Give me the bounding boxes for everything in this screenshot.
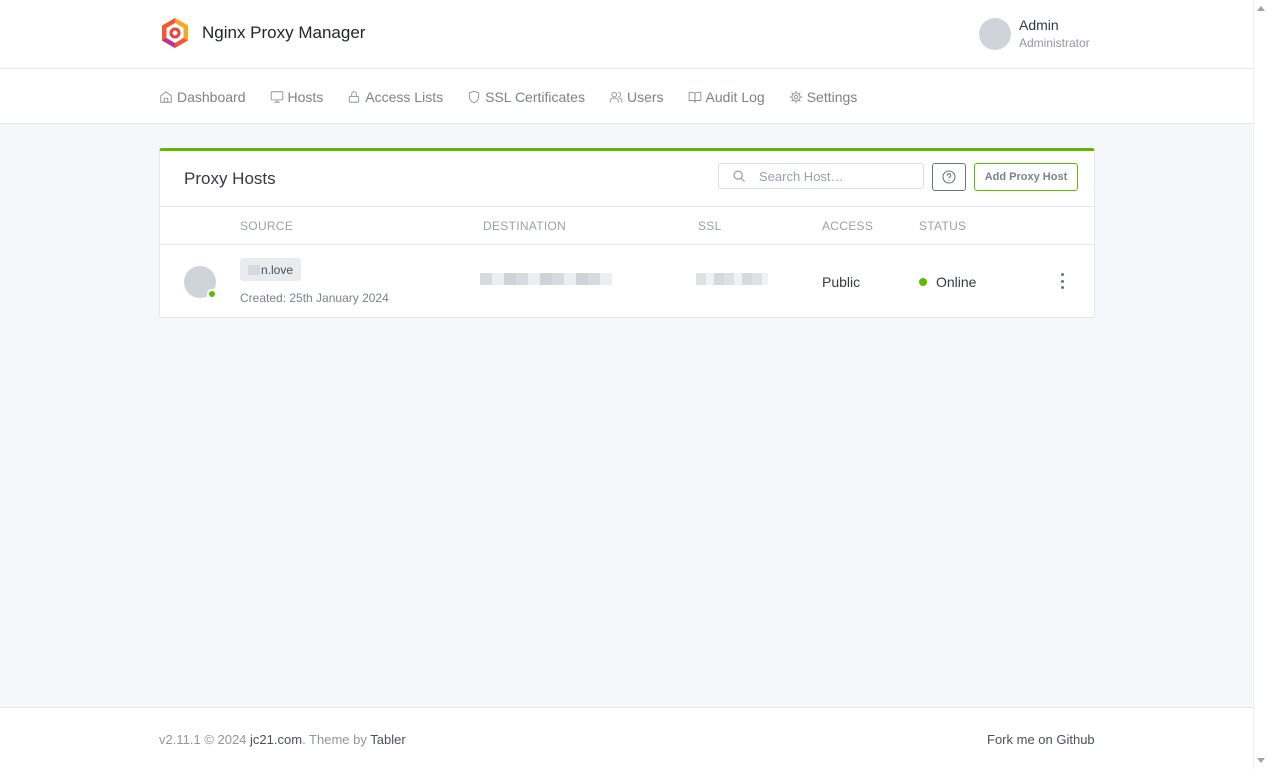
page-scrollbar[interactable] (1253, 0, 1268, 769)
shield-icon (468, 90, 480, 103)
column-header-access[interactable]: Access (822, 219, 873, 233)
proxy-hosts-card: Proxy Hosts Add Proxy Host Source Destin… (159, 148, 1095, 318)
user-menu[interactable]: Admin Administrator (979, 17, 1090, 50)
ssl-redacted (696, 273, 768, 285)
row-actions-menu-icon[interactable] (1056, 273, 1068, 289)
tabler-link[interactable]: Tabler (370, 732, 405, 747)
source-domain-tag[interactable]: n.love (240, 258, 302, 281)
scroll-up-icon[interactable] (1257, 6, 1265, 11)
user-name: Admin (1019, 17, 1059, 33)
add-proxy-host-button[interactable]: Add Proxy Host (974, 163, 1078, 191)
search-icon (733, 170, 745, 182)
user-role: Administrator (1019, 35, 1090, 50)
nav-item-ssl-certificates[interactable]: SSL Certificates (467, 89, 585, 105)
version-text: v2.11.1 © 2024 (159, 732, 247, 747)
nav-item-users[interactable]: Users (609, 89, 664, 105)
status-badge: Online (919, 274, 976, 290)
nav-item-audit-log[interactable]: Audit Log (688, 89, 765, 105)
status-dot (919, 278, 927, 286)
company-link[interactable]: jc21.com (250, 732, 302, 747)
help-button[interactable] (932, 163, 966, 191)
header: Nginx Proxy Manager Admin Administrator (0, 0, 1253, 69)
github-fork-link[interactable]: Fork me on Github (987, 732, 1095, 747)
created-date: Created: 25th January 2024 (240, 291, 389, 305)
gear-icon (789, 90, 803, 103)
home-icon (160, 90, 172, 103)
column-header-status[interactable]: Status (919, 219, 966, 233)
book-icon (688, 91, 701, 103)
nav-item-label: Hosts (287, 88, 324, 105)
column-header-ssl[interactable]: SSL (698, 219, 722, 233)
question-circle-icon (942, 170, 956, 184)
page: Nginx Proxy Manager Admin Administrator … (0, 0, 1253, 769)
brand[interactable]: Nginx Proxy Manager (160, 17, 365, 49)
nginx-proxy-manager-logo-icon (162, 18, 188, 48)
nav-item-label: Users (626, 88, 664, 105)
source-domain: n.love (261, 262, 294, 277)
column-header-source[interactable]: Source (240, 219, 293, 233)
card-header: Proxy Hosts Add Proxy Host (160, 151, 1094, 207)
footer-credits: v2.11.1 © 2024 jc21.com. Theme by Tabler (159, 732, 406, 747)
nav-item-settings[interactable]: Settings (789, 88, 858, 105)
card-title: Proxy Hosts (184, 169, 276, 188)
access-value: Public (822, 274, 861, 290)
nav-item-label: Audit Log (705, 88, 765, 105)
table-header: Source Destination SSL Access Status (160, 207, 1094, 245)
theme-by-text: . Theme by (302, 732, 367, 747)
destination-redacted (480, 273, 612, 285)
nav-item-hosts[interactable]: Hosts (270, 88, 324, 105)
nav-item-label: Access Lists (365, 88, 444, 105)
column-header-destination[interactable]: Destination (483, 219, 566, 233)
nav-item-label: Dashboard (177, 88, 246, 105)
lock-icon (349, 90, 360, 103)
nav-item-access-lists[interactable]: Access Lists (347, 89, 443, 105)
main-nav: Dashboard Hosts Access Lists SSL Certifi… (0, 69, 1253, 124)
table-row: n.love Created: 25th January 2024 Public… (160, 245, 1094, 318)
users-icon (609, 91, 623, 103)
app-title: Nginx Proxy Manager (202, 23, 366, 42)
nav-item-dashboard[interactable]: Dashboard (159, 89, 246, 105)
search-box[interactable] (718, 163, 924, 189)
footer: v2.11.1 © 2024 jc21.com. Theme by Tabler… (0, 707, 1253, 769)
nav-item-label: Settings (806, 88, 858, 105)
scroll-down-icon[interactable] (1257, 758, 1265, 763)
search-input[interactable] (759, 168, 909, 184)
online-indicator (207, 289, 217, 299)
status-text: Online (936, 274, 977, 290)
nav-item-label: SSL Certificates (485, 88, 585, 105)
redacted-text (248, 264, 260, 275)
user-avatar (979, 17, 1011, 50)
monitor-icon (270, 90, 283, 103)
